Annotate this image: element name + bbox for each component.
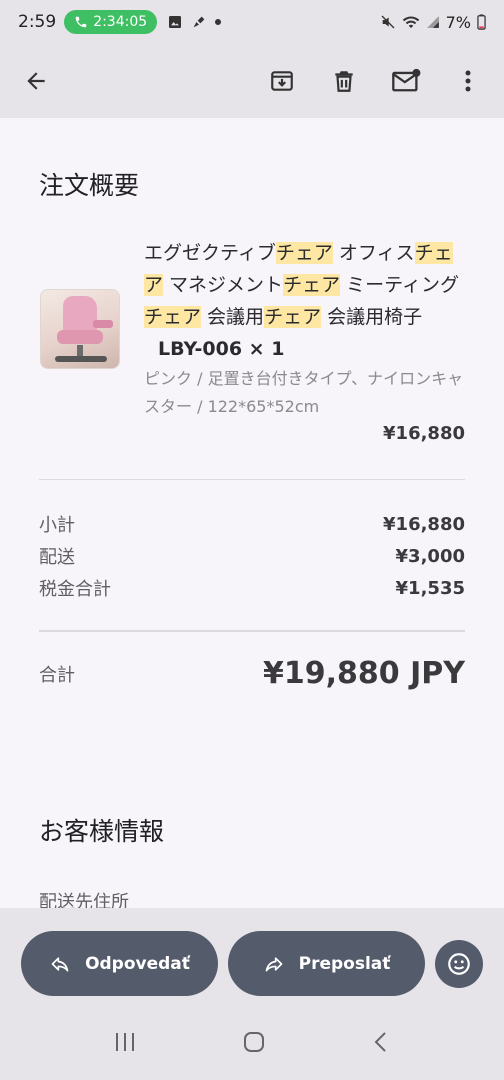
archive-icon [271, 71, 293, 91]
reply-button[interactable]: Odpovedať [21, 931, 218, 996]
mute-icon [381, 15, 395, 29]
title-segment: マネジメント [163, 274, 284, 296]
subtotal-row: 小計 ¥16,880 [39, 508, 465, 540]
total-value: ¥19,880 JPY [263, 656, 465, 691]
battery-percent: 7% [445, 12, 471, 32]
back-button[interactable] [16, 61, 56, 101]
signal-icon [426, 16, 439, 28]
top-app-bar [0, 44, 504, 118]
title-segment: 会議用 [201, 306, 265, 328]
call-timer: 2:34:05 [93, 14, 148, 30]
home-icon [243, 1032, 264, 1052]
more-options-button[interactable] [448, 61, 488, 101]
product-price: ¥16,880 [383, 423, 465, 444]
order-summary-rows: 小計 ¥16,880 配送 ¥3,000 税金合計 ¥1,535 [39, 508, 465, 604]
highlighted-search-term: チェア [144, 306, 202, 328]
product-title: エグゼクティブチェア オフィスチェア マネジメントチェア ミーティングチェア 会… [144, 237, 465, 365]
divider [39, 479, 465, 480]
title-segment: オフィス [332, 242, 415, 264]
archive-button[interactable] [262, 61, 302, 101]
title-segment: ミーティング [340, 274, 459, 296]
reply-icon [51, 956, 69, 971]
battery-icon [477, 14, 486, 30]
highlighted-search-term: チェア [275, 242, 333, 264]
more-vert-icon [465, 70, 471, 92]
product-variant: ピンク / 足置き台付きタイプ、ナイロンキャスター / 122*65*52cm [144, 369, 464, 416]
reply-label: Odpovedať [85, 953, 190, 974]
notification-dot-icon [215, 19, 222, 25]
shipping-row: 配送 ¥3,000 [39, 540, 465, 572]
gallery-icon [169, 16, 182, 28]
stylus-icon [193, 16, 205, 28]
system-navigation-bar [0, 1008, 504, 1080]
title-segment: 会議用椅子 [321, 306, 423, 328]
phone-icon [75, 16, 87, 28]
emoji-reaction-button[interactable] [435, 940, 483, 988]
delete-icon [335, 71, 353, 92]
title-segment: エグゼクティブ [144, 242, 276, 264]
forward-button[interactable]: Preposlať [228, 931, 425, 996]
recents-button[interactable] [113, 1031, 137, 1057]
shipping-address-label: 配送先住所 [39, 892, 129, 908]
system-back-button[interactable] [371, 1030, 391, 1058]
mark-unread-button[interactable] [386, 61, 426, 101]
subtotal-value: ¥16,880 [383, 513, 465, 535]
email-body[interactable]: 注文概要 エグゼクティブチェア オフィスチェア マネジメントチェア ミーティング… [0, 118, 504, 908]
recents-icon [115, 1033, 134, 1051]
shipping-value: ¥3,000 [395, 545, 465, 567]
product-quantity: LBY-006 × 1 [158, 338, 285, 360]
product-image[interactable] [40, 289, 120, 369]
tax-row: 税金合計 ¥1,535 [39, 572, 465, 604]
forward-label: Preposlať [298, 953, 391, 974]
delete-button[interactable] [324, 61, 364, 101]
customer-info-heading: お客様情報 [39, 817, 165, 846]
forward-icon [265, 956, 282, 971]
total-row: 合計 ¥19,880 JPY [39, 656, 465, 691]
chevron-left-icon [374, 1032, 387, 1052]
back-arrow-icon [27, 72, 45, 90]
status-time: 2:59 [18, 12, 57, 32]
highlighted-search-term: チェア [283, 274, 341, 296]
shipping-label: 配送 [39, 547, 75, 568]
wifi-icon [402, 16, 419, 28]
mark-unread-icon [392, 68, 421, 92]
home-button[interactable] [242, 1030, 266, 1058]
subtotal-label: 小計 [39, 515, 75, 536]
highlighted-search-term: チェア [264, 306, 322, 328]
smiley-icon [448, 953, 470, 975]
order-summary-heading: 注文概要 [39, 171, 140, 200]
tax-label: 税金合計 [39, 579, 111, 600]
bottom-action-bar: Odpovedať Preposlať [0, 908, 504, 1008]
divider [39, 630, 465, 632]
total-label: 合計 [39, 664, 75, 686]
tax-value: ¥1,535 [395, 577, 465, 599]
ongoing-call-pill[interactable]: 2:34:05 [64, 10, 158, 34]
status-bar: 2:59 2:34:05 7% [0, 0, 504, 44]
